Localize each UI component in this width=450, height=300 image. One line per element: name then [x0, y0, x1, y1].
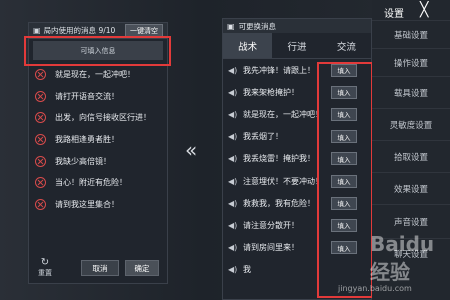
- remove-icon[interactable]: [35, 69, 46, 81]
- message-text: 请到房间里来！: [243, 243, 299, 253]
- tab-0[interactable]: 战术: [223, 33, 273, 58]
- remove-icon[interactable]: [35, 155, 46, 167]
- chat-bubble-icon: ▣: [227, 21, 235, 31]
- settings-item-2[interactable]: 载具设置: [372, 76, 450, 108]
- settings-item-1[interactable]: 操作设置: [372, 48, 450, 76]
- speaker-icon[interactable]: ◀): [228, 132, 238, 141]
- speaker-icon[interactable]: ◀): [228, 154, 238, 163]
- fill-button[interactable]: 填入: [331, 174, 357, 188]
- settings-item-3[interactable]: 灵敏度设置: [372, 108, 450, 140]
- panel-title: 可更换消息: [238, 21, 277, 31]
- list-item[interactable]: 我路相逢勇者胜！: [29, 129, 167, 151]
- message-text: 请到我这里集合！: [55, 199, 119, 209]
- settings-title: 设置: [384, 9, 404, 20]
- list-item: ◀) 我: [223, 259, 371, 281]
- tab-2[interactable]: 交流: [322, 33, 371, 58]
- panel-footer: ↻ 重置 取消 确定: [29, 253, 167, 283]
- close-icon[interactable]: ╳: [420, 2, 428, 18]
- settings-item-0[interactable]: 基础设置: [372, 20, 450, 48]
- list-item: ◀) 注意埋伏！不要冲动！ 填入: [223, 170, 371, 192]
- list-item[interactable]: 请到我这里集合！: [29, 194, 167, 216]
- list-item: ◀) 请注意分散开！ 填入: [223, 214, 371, 236]
- list-item[interactable]: 当心！附近有危险！: [29, 172, 167, 194]
- message-text: 我路相逢勇者胜！: [55, 135, 119, 145]
- cancel-button[interactable]: 取消: [81, 260, 119, 276]
- list-item: ◀) 请到房间里来！ 填入: [223, 237, 371, 259]
- tab-1[interactable]: 行进: [272, 33, 321, 58]
- chat-bubble-icon: ▣: [33, 26, 41, 35]
- speaker-icon[interactable]: ◀): [228, 66, 238, 75]
- message-text: 救救我，我有危险！: [243, 198, 315, 208]
- speaker-icon[interactable]: ◀): [228, 243, 238, 252]
- refresh-icon: ↻: [40, 257, 50, 268]
- fill-button[interactable]: 填入: [331, 107, 357, 121]
- remove-icon[interactable]: [35, 90, 46, 102]
- fill-button[interactable]: 填入: [331, 218, 357, 232]
- list-item[interactable]: 出发，向信号接收区行进！: [29, 107, 167, 129]
- in-game-messages-panel: ▣ 局内使用的消息 9/10 一键清空 可填入信息 就是现在，一起冲吧！ 请打开语…: [28, 22, 168, 284]
- watermark-logo: Baidu经验: [370, 232, 435, 284]
- speaker-icon[interactable]: ◀): [228, 199, 238, 208]
- message-text: 我先冲锋！请跟上！: [243, 65, 315, 75]
- reset-label: 重置: [38, 269, 52, 277]
- message-text: 注意埋伏！不要冲动！: [243, 176, 323, 186]
- list-item[interactable]: 就是现在，一起冲吧！: [29, 64, 167, 86]
- speaker-icon[interactable]: ◀): [228, 177, 238, 186]
- fill-button[interactable]: 填入: [331, 63, 357, 77]
- double-chevron-left-icon: «: [185, 138, 198, 162]
- message-text: 出发，向信号接收区行进！: [55, 113, 151, 123]
- panel-title: 局内使用的消息 9/10: [43, 26, 116, 35]
- category-tabs: 战术 行进 交流: [223, 33, 371, 59]
- fill-button[interactable]: 填入: [331, 152, 357, 166]
- speaker-icon[interactable]: ◀): [228, 88, 238, 97]
- replaceable-message-list: ◀) 我先冲锋！请跟上！ 填入 ◀) 我来架枪掩护！ 填入 ◀) 就是现在，一起冲吧！ 填入 ◀)…: [223, 59, 371, 281]
- confirm-button[interactable]: 确定: [125, 260, 159, 276]
- message-text: 当心！附近有危险！: [55, 178, 127, 188]
- watermark-url: jingyan.baidu.com: [338, 284, 412, 293]
- clear-all-button[interactable]: 一键清空: [125, 23, 163, 38]
- message-text: 我丢烟了！: [243, 132, 283, 142]
- message-text: 我丢烧雷！掩护我！: [243, 154, 315, 164]
- list-item: ◀) 就是现在，一起冲吧！ 填入: [223, 103, 371, 125]
- message-text: 我来架枪掩护！: [243, 87, 299, 97]
- settings-item-4[interactable]: 拾取设置: [372, 140, 450, 172]
- reset-button[interactable]: ↻ 重置: [35, 258, 55, 278]
- list-item[interactable]: 我缺少高倍镜！: [29, 150, 167, 172]
- speaker-icon[interactable]: ◀): [228, 221, 238, 230]
- list-item: ◀) 我来架枪掩护！ 填入: [223, 81, 371, 103]
- list-item: ◀) 我先冲锋！请跟上！ 填入: [223, 59, 371, 81]
- message-text: 我缺少高倍镜！: [55, 156, 111, 166]
- list-item: ◀) 救救我，我有危险！ 填入: [223, 192, 371, 214]
- in-game-message-list: 就是现在，一起冲吧！ 请打开语音交流！ 出发，向信号接收区行进！ 我路相逢勇者胜！ 我缺…: [29, 64, 167, 215]
- message-text: 就是现在，一起冲吧！: [55, 70, 135, 80]
- replaceable-messages-header: ▣ 可更换消息: [223, 19, 371, 33]
- settings-item-5[interactable]: 效果设置: [372, 172, 450, 204]
- remove-icon[interactable]: [35, 177, 46, 189]
- fill-button[interactable]: 填入: [331, 85, 357, 99]
- message-text: 我: [243, 265, 251, 275]
- remove-icon[interactable]: [35, 198, 46, 210]
- speaker-icon[interactable]: ◀): [228, 110, 238, 119]
- fill-button[interactable]: 填入: [331, 241, 357, 255]
- message-text: 请打开语音交流！: [55, 91, 119, 101]
- remove-icon[interactable]: [35, 134, 46, 146]
- in-game-messages-header: ▣ 局内使用的消息 9/10 一键清空: [29, 23, 167, 39]
- list-item: ◀) 我丢烧雷！掩护我！ 填入: [223, 148, 371, 170]
- pending-message-slot[interactable]: 可填入信息: [33, 41, 163, 60]
- list-item[interactable]: 请打开语音交流！: [29, 86, 167, 108]
- fill-button[interactable]: 填入: [331, 130, 357, 144]
- speaker-icon[interactable]: ◀): [228, 265, 238, 274]
- message-text: 就是现在，一起冲吧！: [243, 109, 323, 119]
- fill-button[interactable]: 填入: [331, 196, 357, 210]
- remove-icon[interactable]: [35, 112, 46, 124]
- replaceable-messages-panel: ▣ 可更换消息 战术 行进 交流 ◀) 我先冲锋！请跟上！ 填入 ◀) 我来架枪掩护！ 填入 ◀…: [222, 18, 372, 300]
- list-item: ◀) 我丢烟了！ 填入: [223, 126, 371, 148]
- message-text: 请注意分散开！: [243, 220, 299, 230]
